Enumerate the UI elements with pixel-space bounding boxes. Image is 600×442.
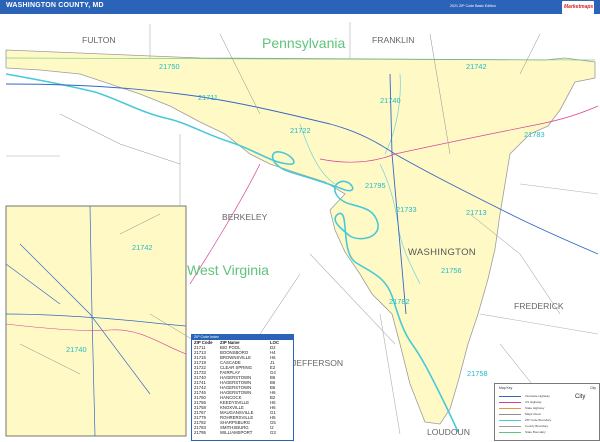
zip-label-21742: 21742 [466,62,487,71]
index-cell-loc: G3 [270,430,276,435]
map-key-label: US Highway [525,400,542,404]
map-key-swatch [499,420,521,421]
logo-text: Marketmaps [564,4,594,10]
region-label-frederick: FREDERICK [514,301,564,311]
map-key: Map Key City Interstate Highway US Highwa… [494,383,600,441]
zip-label-21756: 21756 [441,266,462,275]
map-key-swatch [499,414,521,415]
publisher-logo: Marketmaps [562,1,594,14]
index-rows: 21711 BIG POOL D2 21713 BOONSBORO H4 21715 BROW… [192,345,293,435]
map-key-label: Interstate Highway [525,394,550,398]
index-cell-name: WILLIAMSPORT [220,430,253,435]
state-label-west-virginia: West Virginia [187,262,269,278]
map-key-swatch [499,432,521,433]
zip-label-21722: 21722 [290,126,311,135]
region-label-jefferson: JEFFERSON [292,358,343,368]
map-key-label: Major Road [525,412,541,416]
map-key-swatch [499,426,521,427]
index-row: 21795 WILLIAMSPORT G3 [192,430,293,435]
region-label-franklin: FRANKLIN [372,35,415,45]
zip-label-21733: 21733 [396,205,417,214]
zip-label-21783: 21783 [524,130,545,139]
edition-label: 2021 ZIP Code Basic Edition [450,4,496,8]
map-key-swatch [499,396,521,397]
map-poster: WASHINGTON COUNTY, MD 2021 ZIP Code Basi… [0,0,600,442]
zip-label-21711: 21711 [198,93,218,102]
region-label-berkeley: BERKELEY [222,212,268,222]
region-label-loudoun: LOUDOUN [427,427,470,437]
zip-label-21758: 21758 [467,369,488,378]
map-key-title: Map Key [499,386,513,390]
map-key-label: County Boundary [525,424,549,428]
zip-label-21782: 21782 [389,297,410,306]
county-label-washington: WASHINGTON [408,247,476,258]
inset-zip-label-21740: 21740 [66,345,87,354]
state-label-pennsylvania: Pennsylvania [262,35,345,51]
map-key-label: State Highway [525,406,545,410]
map-key-swatch [499,408,521,409]
index-cell-zip: 21795 [194,430,206,435]
inset-map-frame [5,205,187,437]
zip-label-21750: 21750 [159,62,180,71]
zip-label-21713: 21713 [466,208,487,217]
title-bar: WASHINGTON COUNTY, MD 2021 ZIP Code Basi… [0,0,600,14]
map-key-label: State Boundary [525,430,546,434]
region-label-fulton: FULTON [82,35,116,45]
map-key-swatch [499,402,521,403]
zip-code-index-table: ZIP Code Index ZIP Code ZIP Name LOC 217… [191,334,294,441]
map-key-city-sample: City [575,394,586,400]
zip-label-21740: 21740 [380,96,401,105]
inset-zip-label-21742: 21742 [132,243,153,252]
zip-label-21795: 21795 [365,181,386,190]
map-title: WASHINGTON COUNTY, MD [6,2,104,9]
zip-code-map: Pennsylvania West Virginia FULTON FRANKL… [0,14,600,442]
map-key-scale: City [590,386,596,390]
map-key-label: ZIP Code Boundary [525,418,552,422]
